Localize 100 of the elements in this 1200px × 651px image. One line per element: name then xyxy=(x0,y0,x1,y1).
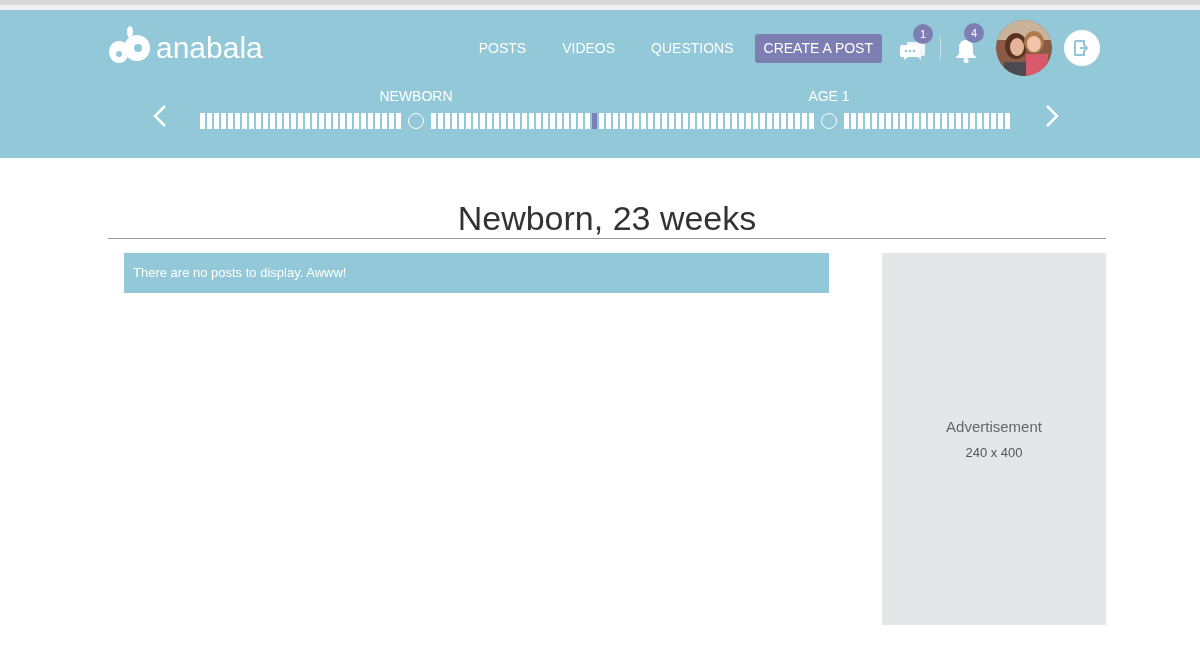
week-tick[interactable] xyxy=(578,113,583,129)
week-tick[interactable] xyxy=(865,113,870,129)
week-tick[interactable] xyxy=(375,113,380,129)
week-tick[interactable] xyxy=(858,113,863,129)
week-tick[interactable] xyxy=(956,113,961,129)
week-tick[interactable] xyxy=(382,113,387,129)
week-tick[interactable] xyxy=(368,113,373,129)
week-tick[interactable] xyxy=(270,113,275,129)
week-tick[interactable] xyxy=(886,113,891,129)
week-tick[interactable] xyxy=(606,113,611,129)
create-post-button[interactable]: CREATE A POST xyxy=(754,33,882,63)
week-tick[interactable] xyxy=(683,113,688,129)
nav-link[interactable]: VIDEOS xyxy=(562,37,616,59)
week-tick[interactable] xyxy=(627,113,632,129)
week-tick[interactable] xyxy=(508,113,513,129)
week-tick[interactable] xyxy=(928,113,933,129)
week-tick[interactable] xyxy=(760,113,765,129)
week-tick[interactable] xyxy=(718,113,723,129)
week-tick[interactable] xyxy=(277,113,282,129)
week-tick[interactable] xyxy=(984,113,989,129)
week-tick[interactable] xyxy=(963,113,968,129)
week-tick[interactable] xyxy=(291,113,296,129)
week-tick[interactable] xyxy=(809,113,814,129)
week-tick[interactable] xyxy=(753,113,758,129)
week-tick[interactable] xyxy=(872,113,877,129)
week-tick[interactable] xyxy=(319,113,324,129)
week-tick[interactable] xyxy=(235,113,240,129)
week-tick[interactable] xyxy=(333,113,338,129)
week-tick[interactable] xyxy=(725,113,730,129)
week-tick[interactable] xyxy=(620,113,625,129)
week-tick[interactable] xyxy=(977,113,982,129)
week-tick[interactable] xyxy=(585,113,590,129)
week-tick[interactable] xyxy=(599,113,604,129)
week-tick[interactable] xyxy=(739,113,744,129)
week-tick[interactable] xyxy=(361,113,366,129)
week-tick[interactable] xyxy=(914,113,919,129)
week-tick[interactable] xyxy=(298,113,303,129)
week-tick[interactable] xyxy=(1005,113,1010,129)
week-tick[interactable] xyxy=(662,113,667,129)
week-tick[interactable] xyxy=(347,113,352,129)
chevron-left-icon[interactable] xyxy=(152,104,168,128)
week-tick[interactable] xyxy=(571,113,576,129)
week-tick[interactable] xyxy=(340,113,345,129)
week-tick[interactable] xyxy=(641,113,646,129)
week-tick[interactable] xyxy=(494,113,499,129)
logout-button[interactable] xyxy=(1064,30,1100,66)
week-tick[interactable] xyxy=(774,113,779,129)
week-tick[interactable] xyxy=(214,113,219,129)
week-tick[interactable] xyxy=(732,113,737,129)
week-tick[interactable] xyxy=(228,113,233,129)
week-tick[interactable] xyxy=(431,113,436,129)
week-tick[interactable] xyxy=(711,113,716,129)
week-tick[interactable] xyxy=(536,113,541,129)
nav-link[interactable]: QUESTIONS xyxy=(651,37,734,59)
week-tick[interactable] xyxy=(942,113,947,129)
week-tick[interactable] xyxy=(284,113,289,129)
week-tick[interactable] xyxy=(655,113,660,129)
week-tick[interactable] xyxy=(221,113,226,129)
week-tick[interactable] xyxy=(466,113,471,129)
week-tick[interactable] xyxy=(669,113,674,129)
week-tick[interactable] xyxy=(844,113,849,129)
week-tick[interactable] xyxy=(893,113,898,129)
week-tick[interactable] xyxy=(480,113,485,129)
week-tick[interactable] xyxy=(326,113,331,129)
week-tick[interactable] xyxy=(788,113,793,129)
week-tick[interactable] xyxy=(998,113,1003,129)
week-tick[interactable] xyxy=(648,113,653,129)
week-tick[interactable] xyxy=(354,113,359,129)
week-tick[interactable] xyxy=(242,113,247,129)
week-tick[interactable] xyxy=(200,113,205,129)
week-tick[interactable] xyxy=(697,113,702,129)
week-tick[interactable] xyxy=(256,113,261,129)
week-tick[interactable] xyxy=(970,113,975,129)
week-tick[interactable] xyxy=(746,113,751,129)
week-tick[interactable] xyxy=(900,113,905,129)
week-tick[interactable] xyxy=(312,113,317,129)
week-tick[interactable] xyxy=(473,113,478,129)
week-tick[interactable] xyxy=(522,113,527,129)
week-tick[interactable] xyxy=(564,113,569,129)
week-tick[interactable] xyxy=(207,113,212,129)
week-tick[interactable] xyxy=(557,113,562,129)
week-tick[interactable] xyxy=(389,113,394,129)
week-tick[interactable] xyxy=(613,113,618,129)
week-tick[interactable] xyxy=(704,113,709,129)
week-tick[interactable] xyxy=(487,113,492,129)
week-tick[interactable] xyxy=(396,113,401,129)
week-tick[interactable] xyxy=(949,113,954,129)
week-tick[interactable] xyxy=(438,113,443,129)
week-tick[interactable] xyxy=(501,113,506,129)
week-tick[interactable] xyxy=(795,113,800,129)
week-tick[interactable] xyxy=(249,113,254,129)
week-tick[interactable] xyxy=(543,113,548,129)
chat-icon[interactable] xyxy=(900,40,926,62)
logo-text[interactable]: anabala xyxy=(156,33,263,63)
week-tick[interactable] xyxy=(263,113,268,129)
week-tick[interactable] xyxy=(550,113,555,129)
week-tick[interactable] xyxy=(851,113,856,129)
week-tick[interactable] xyxy=(634,113,639,129)
week-tick[interactable] xyxy=(907,113,912,129)
week-tick[interactable] xyxy=(767,113,772,129)
